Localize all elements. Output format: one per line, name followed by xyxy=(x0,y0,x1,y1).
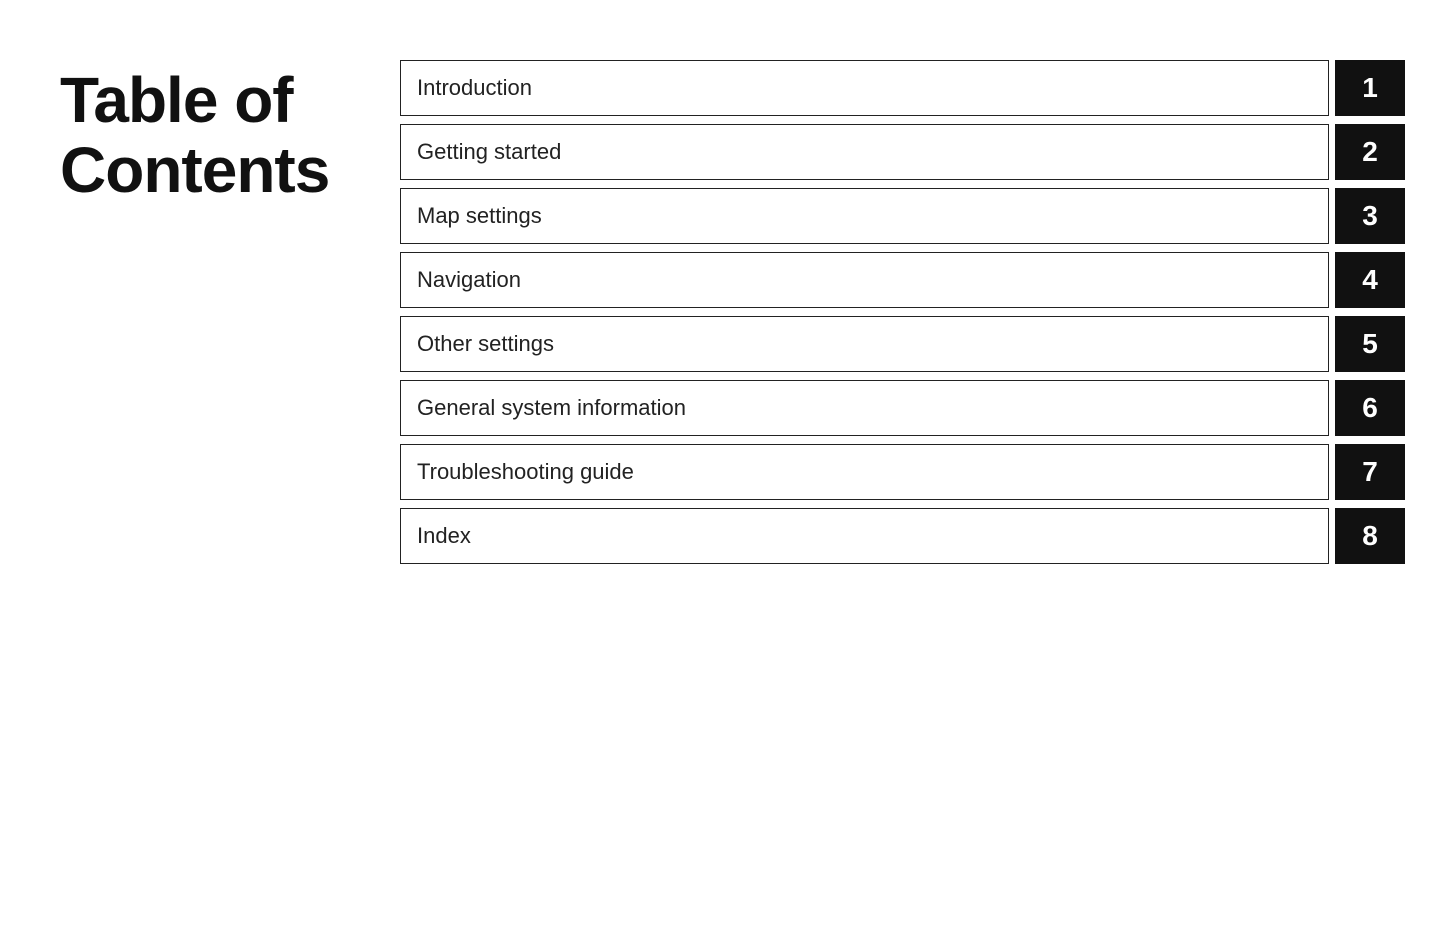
toc-row[interactable]: General system information6 xyxy=(400,380,1405,436)
toc-row[interactable]: Navigation4 xyxy=(400,252,1405,308)
toc-number: 5 xyxy=(1335,316,1405,372)
toc-row[interactable]: Troubleshooting guide7 xyxy=(400,444,1405,500)
page-title: Table of Contents xyxy=(60,65,400,206)
toc-row[interactable]: Map settings3 xyxy=(400,188,1405,244)
title-section: Table of Contents xyxy=(60,60,400,572)
toc-section: Introduction1Getting started2Map setting… xyxy=(400,60,1405,572)
toc-label: Index xyxy=(400,508,1329,564)
toc-row[interactable]: Introduction1 xyxy=(400,60,1405,116)
toc-label: Introduction xyxy=(400,60,1329,116)
toc-number: 1 xyxy=(1335,60,1405,116)
toc-row[interactable]: Getting started2 xyxy=(400,124,1405,180)
toc-number: 7 xyxy=(1335,444,1405,500)
page-container: Table of Contents Introduction1Getting s… xyxy=(0,0,1445,632)
toc-label: Other settings xyxy=(400,316,1329,372)
toc-row[interactable]: Index8 xyxy=(400,508,1405,564)
toc-label: Navigation xyxy=(400,252,1329,308)
toc-label: Troubleshooting guide xyxy=(400,444,1329,500)
toc-number: 3 xyxy=(1335,188,1405,244)
toc-number: 4 xyxy=(1335,252,1405,308)
toc-row[interactable]: Other settings5 xyxy=(400,316,1405,372)
toc-label: Getting started xyxy=(400,124,1329,180)
toc-label: Map settings xyxy=(400,188,1329,244)
toc-number: 8 xyxy=(1335,508,1405,564)
toc-label: General system information xyxy=(400,380,1329,436)
toc-number: 2 xyxy=(1335,124,1405,180)
toc-number: 6 xyxy=(1335,380,1405,436)
